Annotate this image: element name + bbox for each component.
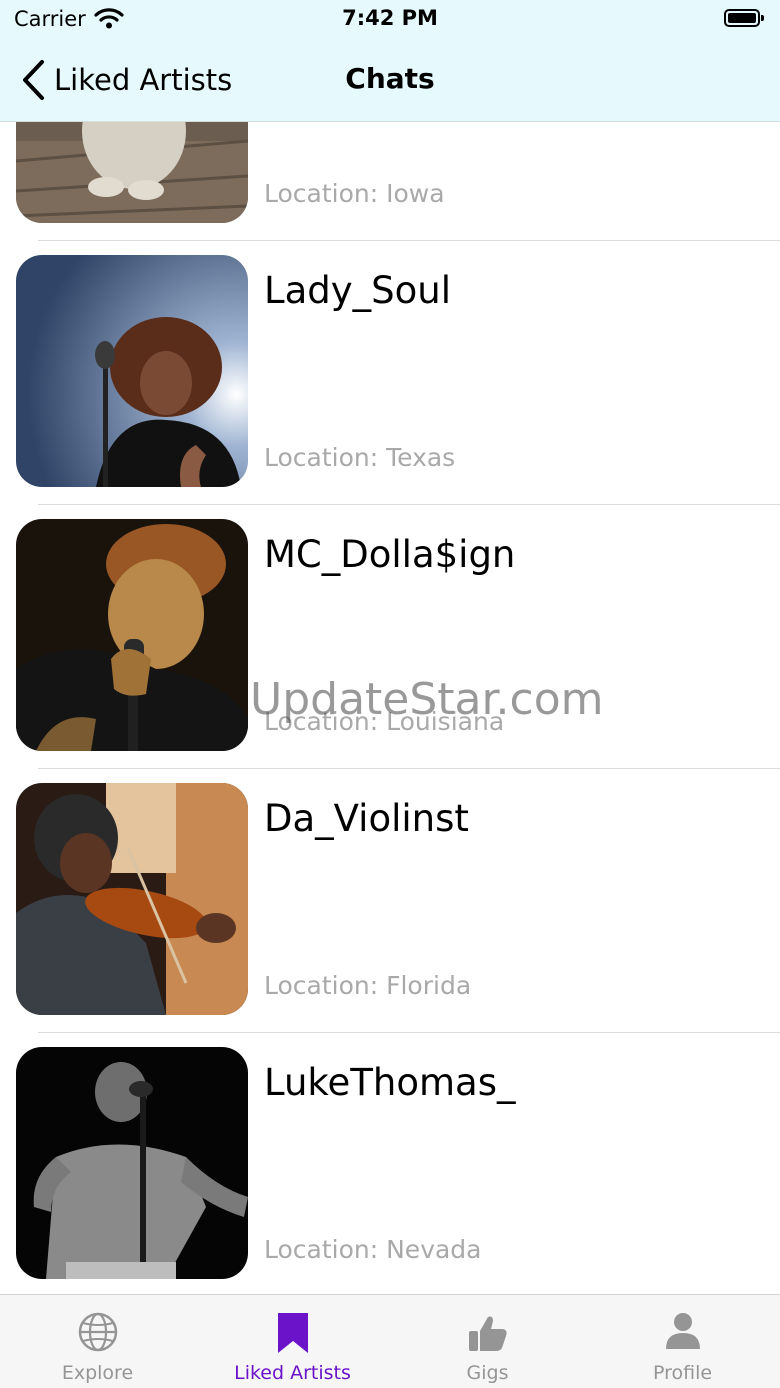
artist-location: Location: Florida <box>264 971 472 1000</box>
artist-list[interactable]: Location: Iowa Lady_Soul Location: Texas… <box>0 121 780 1294</box>
tab-label: Liked Artists <box>234 1362 351 1384</box>
tab-label: Profile <box>652 1362 713 1384</box>
tab-profile[interactable]: Profile <box>585 1295 780 1388</box>
navigation-bar: Carrier 7:42 PM Liked Artists Chats <box>0 0 780 122</box>
artist-row[interactable]: Lady_Soul Location: Texas <box>0 241 780 505</box>
tab-liked-artists[interactable]: Liked Artists <box>195 1295 390 1388</box>
page-title: Chats <box>345 62 435 95</box>
artist-location: Location: Texas <box>264 443 456 472</box>
artist-row[interactable]: LukeThomas_ Location: Nevada <box>0 1033 780 1294</box>
artist-photo <box>16 255 248 487</box>
globe-icon <box>0 1311 195 1355</box>
artist-name: Da_Violinst <box>264 797 469 840</box>
artist-row[interactable]: Da_Violinst Location: Florida <box>0 769 780 1033</box>
artist-location: Location: Louisiana <box>264 707 505 736</box>
artist-photo <box>16 121 248 223</box>
tab-gigs[interactable]: Gigs <box>390 1295 585 1388</box>
artist-photo <box>16 783 248 1015</box>
tab-label: Explore <box>61 1362 134 1384</box>
artist-name: MC_Dolla$ign <box>264 533 516 576</box>
artist-location: Location: Nevada <box>264 1235 482 1264</box>
battery-icon <box>724 9 764 27</box>
artist-row[interactable]: MC_Dolla$ign Location: Louisiana <box>0 505 780 769</box>
tab-bar: Explore Liked Artists Gigs Profile <box>0 1294 780 1388</box>
bookmark-icon <box>195 1311 390 1355</box>
artist-photo <box>16 1047 248 1279</box>
artist-photo <box>16 519 248 751</box>
thumbs-up-icon <box>390 1311 585 1355</box>
artist-name: Lady_Soul <box>264 269 452 312</box>
artist-row[interactable]: Location: Iowa <box>0 121 780 241</box>
artist-location: Location: Iowa <box>264 179 445 208</box>
tab-explore[interactable]: Explore <box>0 1295 195 1388</box>
artist-name: LukeThomas_ <box>264 1061 516 1104</box>
tab-label: Gigs <box>466 1362 509 1384</box>
person-icon <box>585 1311 780 1355</box>
status-time: 7:42 PM <box>342 6 438 30</box>
